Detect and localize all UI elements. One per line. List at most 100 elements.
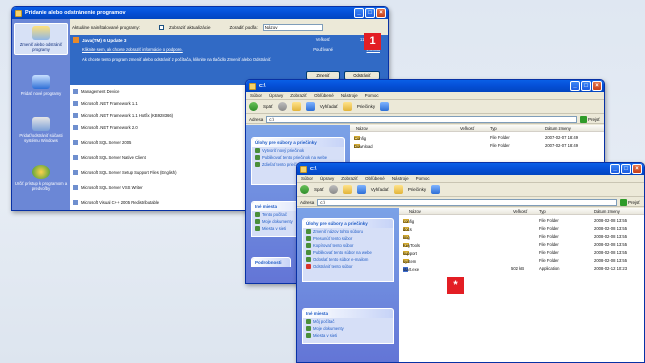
place-item[interactable]: Moje dokumenty <box>303 325 393 332</box>
forward-arrow-icon[interactable] <box>277 102 287 111</box>
folders-button[interactable]: Priečinky <box>408 187 426 192</box>
windows-components-button[interactable]: Pridať/odstrániť súčasti systému Windows <box>14 117 68 143</box>
search-button[interactable]: Vyhľadať <box>371 187 389 192</box>
file-row-start-exe[interactable]: start.exe 502 kB Application 2008-02-12 … <box>399 265 644 273</box>
computer-icon <box>306 319 311 324</box>
close-button[interactable]: × <box>592 81 602 91</box>
col-date[interactable]: Dátum zmeny <box>545 126 571 131</box>
views-icon[interactable] <box>431 185 441 194</box>
file-tasks-box: Úlohy pre súbory a priečinky Zmeniť názo… <box>302 218 394 282</box>
menu-tools[interactable]: Nástroje <box>341 93 358 98</box>
toolbar: Späť Vyhľadať Priečinky <box>246 100 604 114</box>
file-row[interactable]: Download File Folder 2007-02-07 18:49 <box>350 142 604 150</box>
selected-program-panel[interactable]: Java(TM) 6 Update 3 Veľkosť 117,00 MB Kl… <box>70 35 388 85</box>
add-programs-icon <box>32 75 50 89</box>
program-defaults-button[interactable]: Určiť prístup k programom a predvoľby <box>14 165 68 191</box>
minimize-button[interactable]: _ <box>610 164 620 174</box>
file-row[interactable]: img File Folder 2008-02-08 13:55 <box>399 233 644 241</box>
maximize-button[interactable]: □ <box>581 81 591 91</box>
col-name[interactable]: Názov <box>356 126 368 131</box>
back-label[interactable]: Späť <box>314 187 324 192</box>
details-header[interactable]: Podrobnosti <box>252 258 290 267</box>
menu-view[interactable]: Zobraziť <box>341 176 358 181</box>
show-updates-checkbox[interactable] <box>159 24 165 30</box>
folders-button[interactable]: Priečinky <box>357 104 375 109</box>
col-type[interactable]: Typ <box>539 209 546 214</box>
file-row[interactable]: system File Folder 2008-02-08 13:55 <box>399 257 644 265</box>
explorer-window-front: c:\ _ □ × Súbor Úpravy Zobraziť Obľúbené… <box>296 162 645 363</box>
col-type[interactable]: Typ <box>490 126 497 131</box>
maximize-button[interactable]: □ <box>621 164 631 174</box>
menu-file[interactable]: Súbor <box>301 176 313 181</box>
maximize-button[interactable]: □ <box>365 8 375 18</box>
file-row[interactable]: Config File Folder 2007-02-07 18:49 <box>350 134 604 142</box>
minimize-button[interactable]: _ <box>354 8 364 18</box>
step-badge-1: 1 <box>364 33 381 50</box>
back-arrow-icon[interactable] <box>249 102 258 111</box>
menu-tools[interactable]: Nástroje <box>392 176 409 181</box>
toolbar: Späť Vyhľadať Priečinky <box>297 183 644 197</box>
add-programs-button[interactable]: Pridať nové programy <box>14 75 68 96</box>
back-arrow-icon[interactable] <box>300 185 309 194</box>
menu-edit[interactable]: Úpravy <box>269 93 283 98</box>
other-places-header[interactable]: Iné miesta <box>303 309 393 318</box>
views-icon[interactable] <box>380 102 390 111</box>
menu-view[interactable]: Zobraziť <box>290 93 307 98</box>
close-button[interactable]: × <box>632 164 642 174</box>
place-item[interactable]: Môj počítač <box>303 318 393 325</box>
go-arrow-icon <box>580 115 587 123</box>
up-folder-icon[interactable] <box>291 102 301 111</box>
go-button[interactable]: Prejsť <box>580 115 604 123</box>
title-bar[interactable]: Pridanie alebo odstránenie programov _ □… <box>12 7 388 19</box>
sort-by-select[interactable]: Názov <box>262 23 323 31</box>
file-row[interactable]: config File Folder 2008-02-08 13:55 <box>399 217 644 225</box>
used-label: Používané <box>313 47 333 52</box>
up-folder-icon[interactable] <box>342 185 352 194</box>
title-bar[interactable]: c:\ _ □ × <box>297 163 644 175</box>
task-item[interactable]: Odoslať tento súbor e-mailom <box>303 256 393 263</box>
search-button[interactable]: Vyhľadať <box>320 104 338 109</box>
col-date[interactable]: Dátum zmeny <box>594 209 620 214</box>
file-row[interactable]: docs File Folder 2008-02-08 13:55 <box>399 225 644 233</box>
documents-icon <box>255 219 260 224</box>
file-tasks-header[interactable]: Úlohy pre súbory a priečinky <box>303 219 393 228</box>
control-panel-icon <box>15 9 22 17</box>
change-remove-programs-button[interactable]: Zmeniť alebo odstrániť programy <box>14 23 68 55</box>
menu-help[interactable]: Pomoc <box>365 93 379 98</box>
support-info-link[interactable]: Kliknite sem, ak chcete zobraziť informá… <box>82 47 183 52</box>
window-title: c:\ <box>259 83 266 89</box>
task-item[interactable]: Odstrániť tento súbor <box>303 263 393 270</box>
close-button[interactable]: × <box>376 8 386 18</box>
menu-edit[interactable]: Úpravy <box>320 176 334 181</box>
task-item[interactable]: Kopírovať tento súbor <box>303 242 393 249</box>
col-name[interactable]: Názov <box>409 209 421 214</box>
menu-help[interactable]: Pomoc <box>416 176 430 181</box>
search-icon[interactable] <box>305 102 315 111</box>
folders-icon[interactable] <box>342 102 352 111</box>
title-bar[interactable]: c:\ _ □ × <box>246 80 604 92</box>
minimize-button[interactable]: _ <box>570 81 580 91</box>
file-row[interactable]: KeyTools File Folder 2008-02-08 13:55 <box>399 241 644 249</box>
address-input[interactable]: c:\ <box>266 115 577 123</box>
file-tasks-header[interactable]: Úlohy pre súbory a priečinky <box>252 138 344 147</box>
menu-favorites[interactable]: Obľúbené <box>314 93 334 98</box>
file-row[interactable]: support File Folder 2008-02-08 13:55 <box>399 249 644 257</box>
go-button[interactable]: Prejsť <box>620 198 644 206</box>
place-item[interactable]: Miesta v sieti <box>303 332 393 339</box>
network-icon <box>306 333 311 338</box>
col-size[interactable]: Veľkosť <box>460 126 474 131</box>
task-item[interactable]: Zmeniť názov tohto súboru <box>303 228 393 235</box>
back-label[interactable]: Späť <box>263 104 273 109</box>
menu-favorites[interactable]: Obľúbené <box>365 176 385 181</box>
task-item[interactable]: Publikovať tento priečinok na webe <box>252 154 344 161</box>
task-item[interactable]: Vytvoriť nový priečinok <box>252 147 344 154</box>
task-item[interactable]: Publikovať tento súbor na webe <box>303 249 393 256</box>
forward-arrow-icon[interactable] <box>328 185 338 194</box>
address-input[interactable]: c:\ <box>317 198 617 206</box>
menu-file[interactable]: Súbor <box>250 93 262 98</box>
search-icon[interactable] <box>356 185 366 194</box>
go-arrow-icon <box>620 198 627 206</box>
folders-icon[interactable] <box>393 185 403 194</box>
task-item[interactable]: Presunúť tento súbor <box>303 235 393 242</box>
col-size[interactable]: Veľkosť <box>513 209 527 214</box>
